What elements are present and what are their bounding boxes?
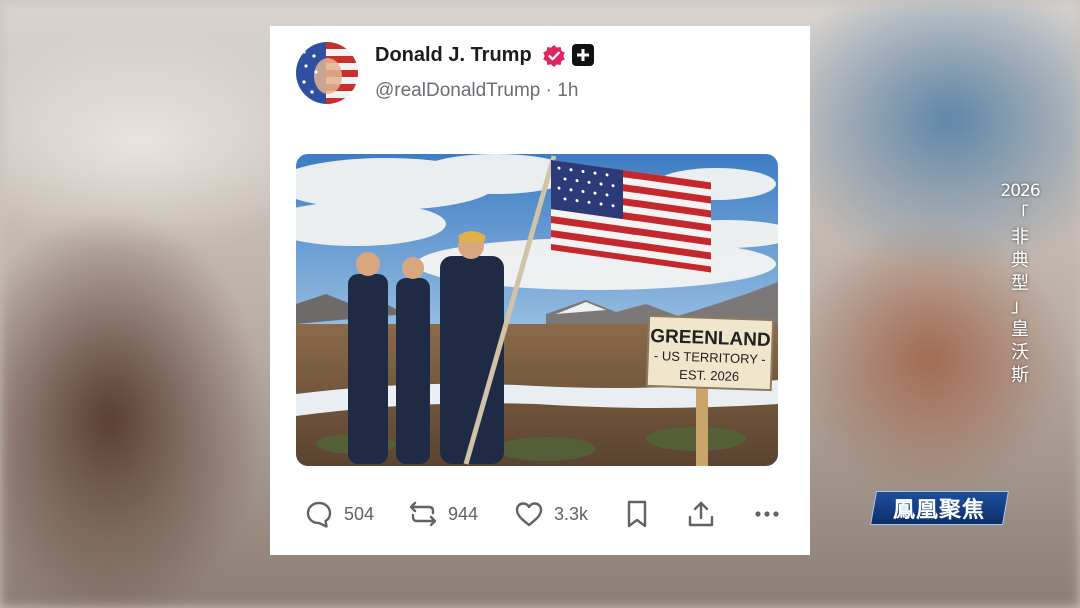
caption-char: 」 (1011, 296, 1029, 317)
bookmark-button[interactable] (622, 496, 652, 532)
channel-logo-text: 鳳凰聚焦 (893, 498, 986, 523)
vertical-caption: 2026 「 非 典 型 」 皇 沃 斯 (1000, 180, 1040, 387)
like-button[interactable]: 3.3k (514, 496, 588, 532)
repost-icon (409, 501, 437, 527)
display-name[interactable]: Donald J. Trump (375, 44, 532, 67)
share-button[interactable] (686, 496, 716, 532)
bookmark-icon (627, 500, 647, 528)
avatar[interactable] (296, 42, 358, 104)
repost-count: 944 (448, 503, 479, 524)
caption-char: 沃 (1011, 342, 1029, 363)
post-card: Donald J. Trump @realDonaldTrump · 1h GR… (270, 26, 810, 555)
handle-and-time: @realDonaldTrump · 1h (375, 80, 579, 101)
more-button[interactable] (752, 496, 782, 532)
sign-title-text: GREENLAND (650, 326, 771, 351)
caption-char: 斯 (1011, 365, 1029, 386)
more-icon (755, 511, 779, 517)
plus-badge-icon (572, 44, 594, 66)
reply-icon (306, 501, 332, 528)
like-count: 3.3k (554, 503, 589, 524)
repost-button[interactable]: 944 (408, 496, 478, 532)
channel-logo: 鳳凰聚焦 (870, 491, 1009, 525)
action-bar: 504 944 3.3k (270, 496, 810, 532)
caption-char: 「 (1011, 204, 1029, 225)
verified-icon (542, 44, 566, 68)
sign-line2-text: EST. 2026 (679, 367, 739, 384)
caption-char: 皇 (1011, 319, 1029, 340)
caption-year: 2026 (1000, 181, 1040, 201)
reply-count: 504 (344, 503, 375, 524)
like-icon (515, 502, 543, 527)
share-icon (688, 501, 714, 527)
caption-char: 型 (1011, 273, 1029, 294)
caption-char: 非 (1011, 227, 1029, 248)
caption-char: 典 (1011, 250, 1029, 271)
post-image[interactable]: GREENLAND - US TERRITORY - EST. 2026 (296, 154, 778, 466)
reply-button[interactable]: 504 (304, 496, 374, 532)
